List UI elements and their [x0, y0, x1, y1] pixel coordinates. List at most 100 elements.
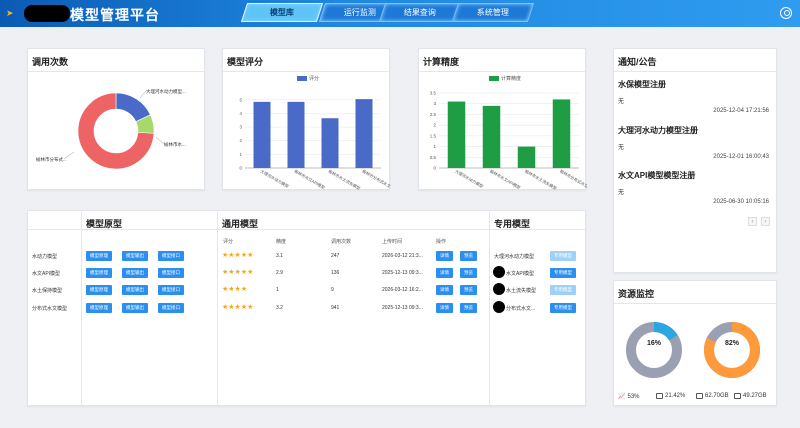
memory-value: 21.42%	[665, 393, 686, 399]
dedicated-model-name: 水文API模型	[506, 271, 535, 277]
user-avatar-icon[interactable]	[780, 7, 792, 19]
accuracy-card: 计算精度 计算精度 0 0.5 1 1.5 2 2.5 3 3.5 大理河水动力模型 榆林市水文A…	[418, 48, 587, 191]
chart-line-icon: 📈	[618, 394, 626, 400]
accuracy-bar-chart: 0 0.5 1 1.5 2 2.5 3 3.5 大理河水动力模型 榆林市水文API模型 榆林市水土流…	[430, 91, 587, 191]
details-button[interactable]: 详情	[436, 285, 453, 295]
model-name: 水动力模型	[32, 254, 58, 260]
bar	[355, 99, 373, 168]
y-tick-label: 2.5	[430, 112, 437, 117]
y-tick-label: 0	[239, 166, 242, 171]
details-button[interactable]: 详情	[436, 251, 453, 261]
dedicated-model-button[interactable]: 专用模型	[550, 303, 576, 313]
y-tick-label: 0.5	[430, 155, 437, 160]
score-value: 1	[276, 287, 279, 293]
next-page-button[interactable]: ›	[761, 217, 770, 226]
notice-item-title: 水文API模型模型注册	[618, 171, 696, 180]
preview-button[interactable]: 预览	[460, 268, 477, 278]
y-tick-label: 2	[433, 123, 436, 128]
prototype-title: 模型原型	[86, 219, 123, 229]
table-row: 水文API模型 模型原理 模型输出 模型接口 ★★★★★ 2.9 136 2025-12-13…	[28, 266, 587, 282]
bar	[287, 101, 305, 168]
y-tick-label: 1	[239, 152, 242, 157]
y-tick-label: 1	[433, 144, 436, 149]
nav-tab-result-query[interactable]: 结果查询	[378, 3, 462, 22]
prototype-button[interactable]: 模型接口	[158, 303, 184, 313]
prototype-button[interactable]: 模型输出	[122, 285, 148, 295]
donut-label: 榆林市分布式...	[36, 156, 67, 163]
dedicated-model-button[interactable]: 专用模型	[550, 268, 576, 278]
preview-button[interactable]: 预览	[460, 303, 477, 313]
notice-item[interactable]: 大理河水动力模型注册 无 2025-12-01 16:00:43	[618, 125, 769, 160]
x-tick-label: 榆林市水文API模型	[489, 168, 522, 190]
y-tick-label: 0	[433, 166, 436, 171]
details-button[interactable]: 详情	[436, 303, 453, 313]
resource-title: 资源监控	[618, 289, 655, 299]
notice-item-sub: 无	[618, 190, 625, 196]
prototype-button[interactable]: 模型原理	[86, 251, 112, 261]
score-value: 2.9	[276, 270, 283, 276]
upload-time: 2025-12-13 09:3...	[382, 270, 423, 276]
prototype-button[interactable]: 模型原理	[86, 285, 112, 295]
prototype-button[interactable]: 模型输出	[122, 251, 148, 261]
calls-value: 136	[331, 270, 340, 276]
notice-item-sub: 无	[618, 145, 625, 151]
usage-donut-chart: 大理河水动力模型... 榆林市水... 榆林市分布式...	[36, 88, 186, 170]
dedicated-title: 专用模型	[494, 219, 531, 229]
divider	[614, 71, 776, 72]
prototype-button[interactable]: 模型原理	[86, 303, 112, 313]
notice-item-date: 2025-06-30 10:05:16	[713, 199, 769, 205]
notice-item[interactable]: 水文API模型模型注册 无 2025-06-30 10:05:16	[618, 170, 769, 205]
prototype-button[interactable]: 模型原理	[86, 268, 112, 278]
table-row: 分布式水文模型 模型原理 模型输出 模型接口 ★★★★★ 3.2 941 2025-12-13…	[28, 301, 587, 317]
bar	[482, 105, 501, 168]
nav-tab-system-admin[interactable]: 系统管理	[451, 3, 535, 22]
redacted-mark	[493, 301, 505, 313]
memory-icon	[656, 393, 663, 399]
redacted-mark	[493, 266, 505, 278]
rating-stars: ★★★★★	[222, 304, 254, 311]
divider	[614, 303, 776, 304]
score-value: 3.2	[276, 305, 283, 311]
x-tick-label: 大理河水动力模型	[260, 168, 291, 189]
x-tick-label: 榆林市分布式水文	[362, 168, 392, 189]
bar	[552, 99, 571, 168]
upload-time: 2025-12-13 09:3...	[382, 305, 423, 311]
header-score: 评分	[223, 239, 234, 245]
score-card: 模型评分 评分 0 1 2 3 4 5 大理河水动力模型 榆林市水文API模型 榆林市水土流失模…	[222, 48, 392, 191]
prototype-button[interactable]: 模型接口	[158, 251, 184, 261]
y-tick-label: 5	[239, 97, 242, 102]
preview-button[interactable]: 预览	[460, 285, 477, 295]
prototype-button[interactable]: 模型接口	[158, 285, 184, 295]
general-title: 通用模型	[222, 219, 259, 229]
prototype-button[interactable]: 模型接口	[158, 268, 184, 278]
rating-stars: ★★★★	[222, 286, 248, 293]
cpu-stat: 📈 53%	[618, 393, 640, 401]
prev-page-button[interactable]: ‹	[748, 217, 757, 226]
donut-leader-line	[155, 136, 165, 145]
notice-item-title: 大理河水动力模型注册	[618, 126, 698, 135]
dedicated-model-button[interactable]: 专用模型	[550, 285, 576, 295]
model-name: 分布式水文模型	[32, 306, 68, 312]
upload-time: 2026-03-12 21:3...	[382, 253, 423, 259]
header-upload-time: 上传时间	[382, 239, 403, 245]
prototype-button[interactable]: 模型输出	[122, 303, 148, 313]
storage-icon	[734, 393, 741, 399]
models-card: 模型原型 通用模型 专用模型 评分 精度 调用次数 上传时间 操作 水动力模型模…	[27, 210, 586, 406]
notice-item[interactable]: 水保模型注册 无 2025-12-04 17:21:56	[618, 79, 769, 114]
y-tick-label: 2	[239, 138, 242, 143]
nav-tab-model-library[interactable]: 模型库	[240, 3, 324, 22]
preview-button[interactable]: 预览	[460, 251, 477, 261]
x-tick-label: 榆林市水土流失模型	[524, 168, 558, 191]
prototype-button[interactable]: 模型输出	[122, 268, 148, 278]
details-button[interactable]: 详情	[436, 268, 453, 278]
bar	[447, 101, 466, 168]
memory-gauge-label: 82%	[725, 340, 740, 347]
table-row: 水动力模型 模型原理 模型输出 模型接口 ★★★★★ 3.1 247 2026-03-12 2…	[28, 249, 587, 265]
score-bar-chart: 0 1 2 3 4 5 大理河水动力模型 榆林市水文API模型 榆林市水土流失模型 榆林市分布式水…	[239, 97, 392, 191]
model-name: 水土保持模型	[32, 288, 63, 294]
app-title: 模型管理平台	[70, 7, 160, 23]
dedicated-model-button[interactable]: 专用模型	[550, 251, 576, 261]
y-tick-label: 3.5	[430, 91, 437, 96]
x-tick-label: 榆林市分布式水文	[559, 168, 587, 189]
header-operations: 操作	[436, 239, 447, 245]
